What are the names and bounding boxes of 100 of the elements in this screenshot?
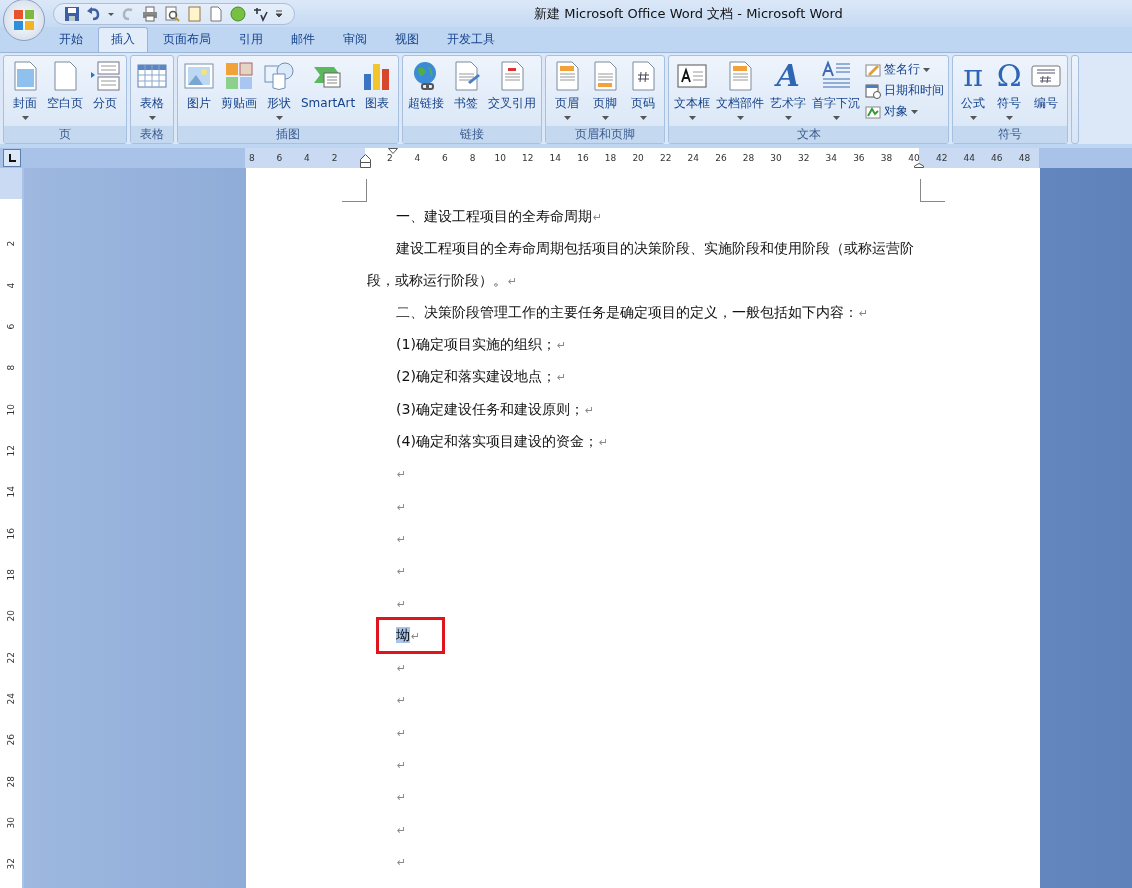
- ribbon-tab[interactable]: 邮件: [278, 27, 328, 52]
- corner-icon: [7, 152, 17, 163]
- ribbon-tab[interactable]: 审阅: [330, 27, 380, 52]
- ruler-number: 6: [5, 322, 17, 332]
- ruler-number: 12: [5, 443, 17, 459]
- ruler-number: 26: [5, 733, 17, 748]
- print-icon[interactable]: [142, 5, 158, 22]
- group-label: 页: [4, 125, 126, 143]
- ruler-number: 18: [604, 153, 617, 163]
- paragraph: (3)确定建设任务和建设原则；↵: [396, 400, 595, 417]
- paragraph: (2)确定和落实建设地点；↵: [396, 368, 567, 385]
- ruler-number: 40: [908, 153, 920, 163]
- ribbon-button[interactable]: 封面: [6, 58, 44, 122]
- ruler-number: 32: [5, 857, 17, 872]
- pagebreak-icon: [89, 60, 121, 92]
- paragraph-mark: ↵: [397, 662, 407, 676]
- ruler-number: 4: [5, 281, 17, 291]
- ribbon-button[interactable]: 编号: [1027, 58, 1066, 113]
- ruler-number: 42: [935, 153, 948, 163]
- ribbon-button[interactable]: 交叉引用: [485, 58, 540, 113]
- ruler-number: 2: [5, 240, 17, 249]
- ribbon-button[interactable]: 文本框: [671, 58, 714, 122]
- paragraph: (1)确定项目实施的组织；↵: [396, 336, 567, 353]
- pen-icon: [865, 61, 882, 78]
- paragraph-mark: ↵: [397, 855, 407, 869]
- save-icon[interactable]: [64, 5, 80, 22]
- ruler-number: 4: [304, 153, 310, 163]
- ribbon-button[interactable]: 剪贴画: [218, 58, 260, 113]
- ribbon-tab[interactable]: 页面布局: [150, 27, 224, 52]
- ruler-number: 12: [522, 153, 534, 163]
- ribbon-button[interactable]: 图表: [358, 58, 397, 113]
- ribbon-button[interactable]: π 公式: [955, 58, 992, 122]
- ruler-number: 10: [5, 402, 17, 418]
- paragraph-mark: ↵: [397, 597, 407, 611]
- ruler-number: 6: [442, 153, 448, 163]
- crop-mark: [920, 179, 945, 202]
- ruler-number: 30: [5, 815, 17, 831]
- ribbon-small-button[interactable]: 签名行: [863, 60, 947, 79]
- paragraph-mark: ↵: [397, 791, 407, 805]
- group-label: 文本: [669, 125, 949, 143]
- paragraph: 坳↵: [396, 626, 421, 643]
- ruler-number: 24: [5, 691, 17, 707]
- ruler-number: 30: [770, 153, 782, 163]
- ribbon-button[interactable]: A 艺术字: [767, 58, 810, 122]
- ribbon-tab[interactable]: 开发工具: [434, 27, 508, 52]
- ruler-number: 34: [825, 153, 837, 163]
- tab-selector-button[interactable]: [3, 148, 21, 167]
- window-title: 新建 Microsoft Office Word 文档 - Microsoft Word: [533, 4, 844, 23]
- ruler-number: 14: [5, 485, 17, 500]
- ruler-number: 36: [853, 153, 865, 163]
- ribbon-button[interactable]: 页脚: [586, 58, 625, 122]
- ribbon-button[interactable]: 表格: [133, 58, 171, 122]
- ruler-number: 8: [5, 364, 17, 373]
- ribbon-button[interactable]: 页眉: [548, 58, 587, 122]
- print-preview-icon[interactable]: [164, 5, 180, 22]
- group-label: 符号: [953, 125, 1068, 143]
- ribbon-button[interactable]: 形状: [260, 58, 298, 122]
- spelling-icon[interactable]: [252, 5, 268, 22]
- first-line-indent-marker-icon[interactable]: [388, 147, 398, 154]
- ribbon-tab[interactable]: 插入: [98, 27, 148, 52]
- crop-mark: [342, 179, 367, 202]
- ruler-number: 2: [386, 153, 393, 163]
- group-label: 插图: [178, 125, 399, 143]
- paragraph-mark: ↵: [397, 468, 407, 482]
- ribbon-button[interactable]: Ω 符号: [991, 58, 1028, 122]
- circle-icon[interactable]: [230, 5, 246, 22]
- office-button[interactable]: [3, 0, 45, 41]
- ribbon-tab[interactable]: 开始: [46, 27, 96, 52]
- ruler-number: 8: [469, 153, 476, 163]
- ruler-margin-area: [0, 168, 22, 199]
- ruler-number: 22: [5, 650, 17, 665]
- ribbon-small-button[interactable]: 日期和时间: [863, 81, 947, 100]
- ribbon-button[interactable]: 超链接: [405, 58, 448, 113]
- ribbon-button[interactable]: 页码: [624, 58, 663, 122]
- ribbon-button[interactable]: 书签: [447, 58, 486, 113]
- ruler-number: 16: [5, 526, 17, 541]
- ruler-number: 10: [494, 153, 506, 163]
- ribbon-button[interactable]: SmartArt: [298, 58, 359, 113]
- paragraph: 一、建设工程项目的全寿命周期↵: [396, 208, 603, 224]
- ribbon-tab[interactable]: 视图: [382, 27, 432, 52]
- ruler-number: 14: [549, 153, 562, 163]
- ruler-number: 4: [414, 153, 421, 163]
- undo-icon[interactable]: [86, 5, 102, 22]
- ribbon-button[interactable]: 首字下沉: [809, 58, 864, 122]
- ribbon-small-button[interactable]: 对象: [863, 102, 947, 121]
- ribbon-button[interactable]: 空白页: [44, 58, 86, 113]
- ribbon-button[interactable]: 图片: [180, 58, 218, 113]
- left-indent-marker-icon[interactable]: [360, 153, 371, 168]
- ribbon-button[interactable]: 分页: [86, 58, 124, 113]
- group-label: 表格: [131, 125, 173, 143]
- paragraph-mark: ↵: [397, 500, 407, 514]
- ribbon-button[interactable]: 文档部件: [713, 58, 768, 122]
- ruler-number: 28: [742, 153, 755, 163]
- ruler-number: 44: [963, 153, 975, 163]
- paragraph-mark: ↵: [397, 823, 407, 837]
- object-icon: [865, 103, 882, 120]
- group-label: 页眉和页脚: [546, 125, 665, 143]
- ribbon-tab[interactable]: 引用: [226, 27, 276, 52]
- ruler-number: 16: [577, 153, 589, 163]
- paragraph-mark: ↵: [397, 726, 407, 740]
